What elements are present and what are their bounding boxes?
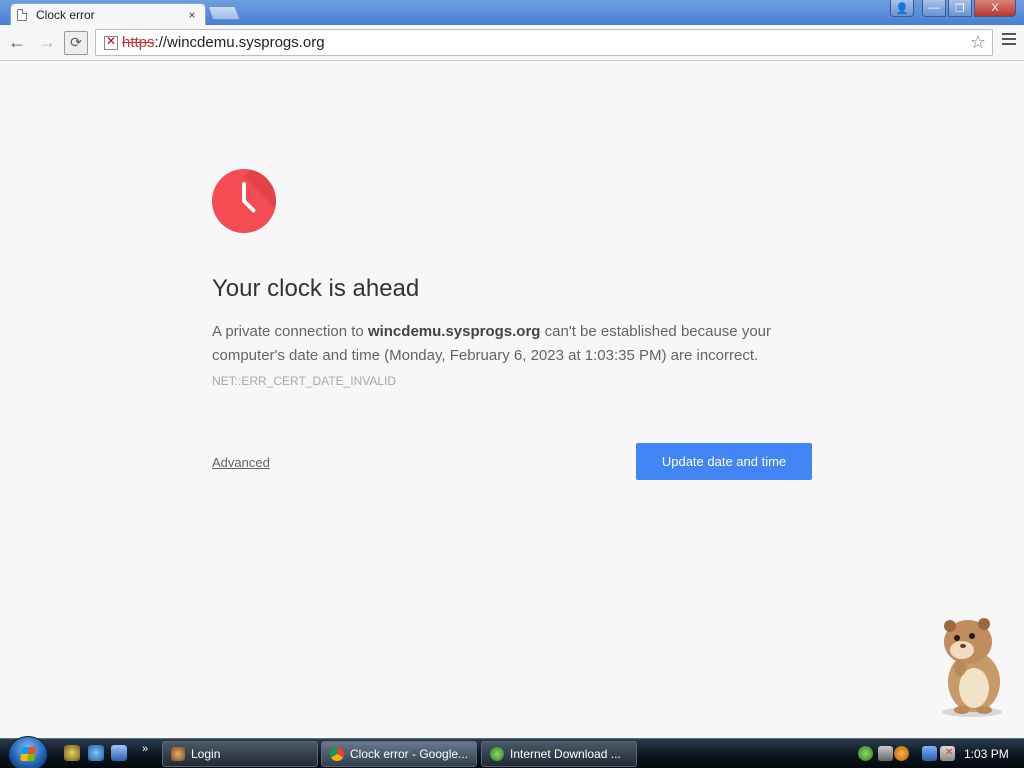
restore-button[interactable]: ❐	[948, 0, 972, 17]
minimize-button[interactable]: —	[922, 0, 946, 17]
download-manager-icon	[490, 747, 504, 761]
close-tab-icon[interactable]: ×	[185, 8, 199, 22]
network-icon[interactable]	[922, 746, 937, 761]
quicklaunch-browser-icon[interactable]	[88, 745, 104, 761]
url-host: wincdemu.sysprogs.org	[167, 34, 325, 51]
clock-icon	[212, 169, 276, 233]
new-tab-button[interactable]	[207, 6, 241, 20]
window-titlebar[interactable]: Clock error × 👤 — ❐ X	[0, 0, 1024, 25]
system-tray: 1:03 PM	[852, 739, 1024, 768]
idm-tray-icon[interactable]	[858, 746, 873, 761]
interstitial-page: Your clock is ahead A private connection…	[0, 62, 1024, 738]
quicklaunch-more-button[interactable]: »	[142, 743, 148, 755]
forward-button[interactable]: →	[34, 30, 60, 56]
taskbar-item-chrome[interactable]: Clock error - Google...	[321, 741, 477, 767]
search-tray-icon[interactable]	[894, 746, 909, 761]
back-button[interactable]: ←	[4, 30, 30, 56]
insecure-lock-icon[interactable]	[104, 34, 118, 50]
volume-muted-icon[interactable]	[940, 746, 955, 761]
bookmark-star-icon[interactable]: ☆	[970, 32, 986, 53]
browser-toolbar: ← → ⟳ https://wincdemu.sysprogs.org ☆	[0, 25, 1024, 61]
url-scheme: https	[122, 34, 155, 51]
close-window-button[interactable]: X	[974, 0, 1016, 17]
quicklaunch-app-icon[interactable]	[64, 745, 80, 761]
taskbar-item-label: Internet Download ...	[510, 747, 621, 761]
app-icon	[171, 747, 185, 761]
taskbar-clock[interactable]: 1:03 PM	[964, 747, 1009, 761]
tab-clock-error[interactable]: Clock error ×	[10, 3, 206, 25]
message-host: wincdemu.sysprogs.org	[367, 323, 541, 340]
user-profile-button[interactable]: 👤	[890, 0, 914, 17]
update-date-time-button[interactable]: Update date and time	[636, 443, 812, 480]
chrome-icon	[330, 747, 344, 761]
menu-icon[interactable]	[1002, 33, 1016, 48]
page-icon	[17, 8, 27, 21]
hamster-mascot-icon	[942, 618, 1002, 717]
taskbar-item-label: Clock error - Google...	[350, 747, 469, 761]
error-code: NET::ERR_CERT_DATE_INVALID	[212, 374, 397, 388]
taskbar-item-label: Login	[191, 747, 221, 761]
advanced-link[interactable]: Advanced	[212, 455, 270, 470]
error-message: A private connection to wincdemu.sysprog…	[212, 323, 771, 364]
url-separator: ://	[154, 34, 168, 51]
window-controls: 👤 — ❐ X	[890, 0, 1016, 17]
taskbar: » Login Clock error - Google... Internet…	[0, 736, 1024, 768]
address-bar[interactable]: https://wincdemu.sysprogs.org ☆	[95, 29, 993, 56]
reload-button[interactable]: ⟳	[64, 30, 88, 55]
tab-title: Clock error	[36, 7, 95, 22]
page-title: Your clock is ahead	[212, 275, 420, 302]
taskbar-item-idm[interactable]: Internet Download ...	[481, 741, 637, 767]
tool-tray-icon[interactable]	[878, 746, 893, 761]
start-button[interactable]	[8, 736, 48, 768]
show-desktop-icon[interactable]	[111, 745, 127, 761]
taskbar-item-login[interactable]: Login	[162, 741, 318, 767]
